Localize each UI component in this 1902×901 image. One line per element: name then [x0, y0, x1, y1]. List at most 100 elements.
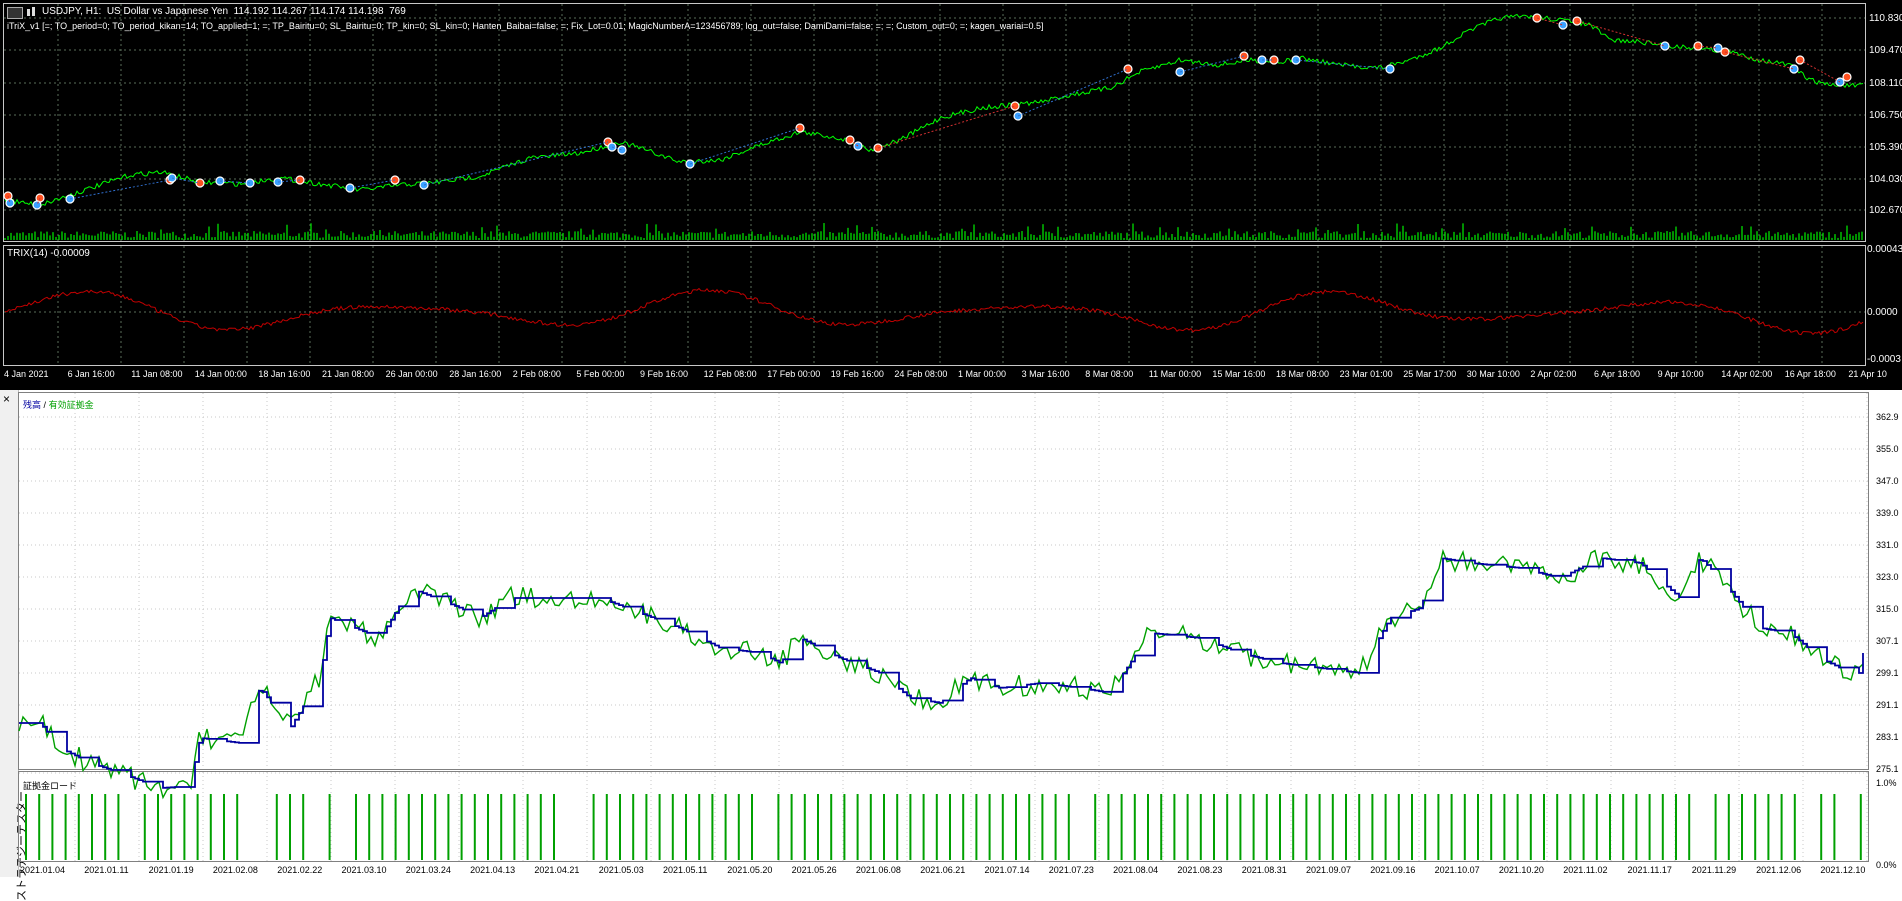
date-tick: 2021.01.11	[84, 865, 129, 875]
equity-tick: 299.1	[1876, 668, 1899, 678]
time-tick: 24 Feb 08:00	[894, 369, 948, 379]
date-tick: 2021.12.06	[1756, 865, 1802, 875]
date-tick: 2021.08.31	[1241, 865, 1287, 875]
date-tick: 2021.02.22	[277, 865, 323, 875]
equity-line	[18, 548, 1864, 800]
trix-tick: -0.0003	[1867, 354, 1901, 365]
date-tick: 2021.01.19	[148, 865, 194, 875]
price-tick: 105.390	[1869, 142, 1902, 153]
time-tick: 11 Mar 00:00	[1148, 369, 1202, 379]
main-window-frame	[3, 3, 1866, 242]
legend-balance: 残高	[23, 400, 42, 410]
date-tick: 2021.05.03	[598, 865, 644, 875]
time-tick: 6 Jan 16:00	[67, 369, 115, 379]
chart-menu-icon[interactable]	[7, 7, 23, 19]
price-tick: 102.670	[1869, 205, 1902, 216]
time-tick: 9 Feb 16:00	[640, 369, 689, 379]
equity-tick: 339.0	[1876, 508, 1899, 518]
date-tick: 2021.01.04	[20, 865, 66, 875]
margin-load-label: 証拠金ロード	[23, 781, 78, 791]
candlestick-icon	[26, 7, 38, 17]
price-chart-canvas[interactable]	[0, 0, 1902, 390]
time-tick: 1 Mar 00:00	[958, 369, 1007, 379]
strategy-tester-panel: × ストラテジーテスター 残高 / 有効証拠金 証拠金ロード 362.9 355…	[0, 390, 1902, 901]
trade-link	[689, 127, 801, 165]
date-tick: 2021.09.07	[1306, 865, 1352, 875]
trix-window-frame	[3, 245, 1866, 366]
time-tick: 25 Mar 17:00	[1403, 369, 1457, 379]
time-tick: 9 Apr 10:00	[1657, 369, 1704, 379]
date-tick: 2021.03.10	[341, 865, 387, 875]
equity-tick: 315.0	[1876, 604, 1899, 614]
chart-header: USDJPY, H1: US Dollar vs Japanese Yen 11…	[42, 6, 406, 17]
date-tick: 2021.04.13	[470, 865, 516, 875]
equity-tick: 323.0	[1876, 572, 1899, 582]
time-tick: 14 Jan 00:00	[194, 369, 247, 379]
date-tick: 2021.08.04	[1113, 865, 1159, 875]
time-tick: 8 Mar 08:00	[1085, 369, 1134, 379]
date-tick: 2021.06.21	[920, 865, 966, 875]
time-tick: 6 Apr 18:00	[1594, 369, 1641, 379]
price-line	[4, 13, 1864, 207]
time-tick: 21 Jan 08:00	[322, 369, 375, 379]
time-tick: 17 Feb 00:00	[767, 369, 821, 379]
equity-tick: 275.1	[1876, 764, 1899, 774]
time-tick: 23 Mar 01:00	[1339, 369, 1393, 379]
date-tick: 2021.09.16	[1370, 865, 1416, 875]
time-tick: 16 Apr 18:00	[1784, 369, 1836, 379]
date-tick: 2021.05.20	[727, 865, 773, 875]
date-tick: 2021.12.10	[1820, 865, 1866, 875]
date-tick: 2021.05.11	[663, 865, 708, 875]
time-tick: 2 Apr 02:00	[1530, 369, 1577, 379]
legend-equity: 有効証拠金	[48, 400, 94, 410]
time-tick: 26 Jan 00:00	[385, 369, 438, 379]
price-tick: 104.030	[1869, 174, 1902, 185]
time-tick: 21 Apr 10	[1848, 369, 1887, 379]
equity-legend: 残高 / 有効証拠金	[23, 398, 94, 411]
time-tick: 2 Feb 08:00	[512, 369, 561, 379]
time-tick: 15 Mar 16:00	[1212, 369, 1266, 379]
equity-tick: 283.1	[1876, 732, 1899, 742]
trix-label: TRIX(14) -0.00009	[7, 248, 90, 259]
time-tick: 19 Feb 16:00	[830, 369, 884, 379]
time-tick: 18 Mar 08:00	[1276, 369, 1330, 379]
date-axis: 2021.01.04 2021.01.11 2021.01.19 2021.02.08…	[0, 865, 1902, 877]
trade-link	[1295, 59, 1391, 70]
legend-separator: /	[43, 400, 47, 410]
date-tick: 2021.11.02	[1563, 865, 1608, 875]
date-tick: 2021.10.07	[1434, 865, 1480, 875]
time-tick: 28 Jan 16:00	[449, 369, 502, 379]
time-axis: 4 Jan 2021 6 Jan 16:00 11 Jan 08:00 14 Jan …	[0, 368, 1902, 382]
time-tick: 12 Feb 08:00	[703, 369, 757, 379]
time-tick: 14 Apr 02:00	[1721, 369, 1773, 379]
date-tick: 2021.03.24	[405, 865, 451, 875]
date-tick: 2021.11.17	[1627, 865, 1672, 875]
price-tick: 110.830	[1869, 13, 1902, 24]
margin-frame	[18, 771, 1869, 862]
equity-tick: 307.1	[1876, 636, 1899, 646]
date-tick: 2021.07.23	[1048, 865, 1094, 875]
equity-tick: 347.0	[1876, 476, 1899, 486]
date-tick: 2021.04.21	[534, 865, 580, 875]
indicator-params: iTriX_v1 [=; TO_period=0; TO_period_kika…	[7, 21, 1044, 31]
trix-tick: 0.00043	[1867, 244, 1902, 255]
date-tick: 2021.02.08	[212, 865, 258, 875]
equity-tick: 355.0	[1876, 444, 1899, 454]
trade-link	[877, 105, 1016, 149]
price-tick: 106.750	[1869, 110, 1902, 121]
tester-graph-canvas[interactable]	[0, 390, 1902, 877]
trix-tick: 0.0000	[1867, 307, 1898, 318]
date-tick: 2021.11.29	[1691, 865, 1737, 875]
sell-marker	[1842, 72, 1852, 82]
price-tick: 109.470	[1869, 45, 1902, 56]
price-tick: 108.110	[1869, 78, 1902, 89]
equity-tick: 362.9	[1876, 412, 1899, 422]
price-chart-window[interactable]: USDJPY, H1: US Dollar vs Japanese Yen 11…	[0, 0, 1902, 390]
time-tick: 5 Feb 00:00	[576, 369, 625, 379]
date-tick: 2021.07.14	[984, 865, 1030, 875]
time-tick: 18 Jan 16:00	[258, 369, 311, 379]
equity-tick: 291.1	[1876, 700, 1899, 710]
date-tick: 2021.08.23	[1177, 865, 1223, 875]
date-tick: 2021.10.20	[1498, 865, 1544, 875]
date-tick: 2021.06.08	[855, 865, 901, 875]
